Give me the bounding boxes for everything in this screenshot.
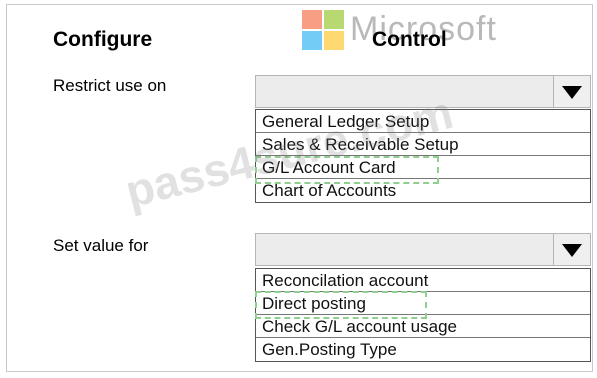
chevron-down-icon	[562, 86, 582, 99]
set-value-for-dropdown[interactable]	[255, 233, 591, 266]
setvalue-option[interactable]: Reconcilation account	[256, 269, 590, 292]
restrict-option[interactable]: Chart of Accounts	[256, 179, 590, 202]
set-value-for-label: Set value for	[53, 236, 149, 255]
microsoft-logo-icon	[302, 10, 348, 52]
setvalue-option[interactable]: Gen.Posting Type	[256, 338, 590, 361]
chevron-down-icon	[562, 244, 582, 257]
setvalue-options-list: Reconcilation account Direct posting Che…	[255, 268, 591, 362]
restrict-use-on-label: Restrict use on	[53, 76, 167, 95]
setvalue-dropdown-button[interactable]	[553, 234, 590, 265]
setvalue-option[interactable]: Direct posting	[256, 292, 590, 315]
restrict-dropdown-button[interactable]	[553, 76, 590, 107]
setvalue-option[interactable]: Check G/L account usage	[256, 315, 590, 338]
control-header: Control	[372, 28, 447, 51]
configure-header: Configure	[53, 28, 153, 51]
